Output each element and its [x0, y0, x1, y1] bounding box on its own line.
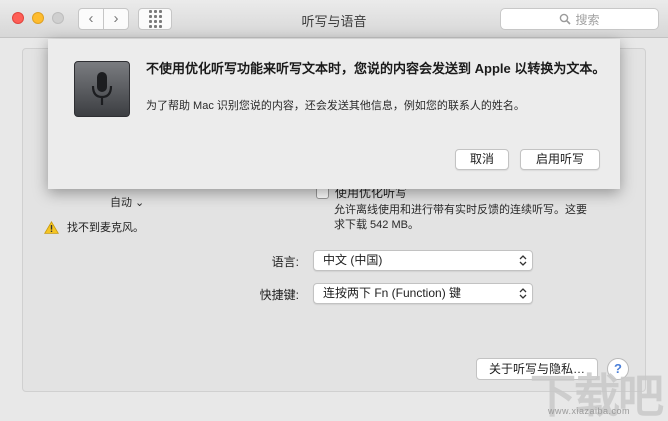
- search-field[interactable]: 搜索: [500, 8, 659, 30]
- sheet-subtitle: 为了帮助 Mac 识别您说的内容，还会发送其他信息，例如您的联系人的姓名。: [146, 100, 525, 112]
- language-value: 中文 (中国): [323, 253, 383, 267]
- search-icon: [560, 13, 572, 25]
- language-select[interactable]: 中文 (中国): [313, 250, 533, 271]
- preferences-window: ‹ › 听写与语音 搜索 自动 ⌄ 找不到麦克风。 使用优化听写 允许离线使用和…: [0, 0, 668, 421]
- updown-arrows-icon: [519, 255, 527, 266]
- search-placeholder: 搜索: [575, 12, 600, 27]
- shortcut-label: 快捷键:: [259, 288, 299, 302]
- title-bar: ‹ › 听写与语音 搜索: [0, 0, 668, 38]
- warning-text: 找不到麦克风。: [67, 222, 144, 234]
- microphone-badge: [74, 61, 130, 117]
- shortcut-value: 连按两下 Fn (Function) 键: [323, 286, 462, 300]
- updown-arrows-icon: [519, 288, 527, 299]
- watermark-url: www.xiazaiba.com: [548, 406, 631, 416]
- dictation-confirm-sheet: 不使用优化听写功能来听写文本时，您说的内容会发送到 Apple 以转换为文本。 …: [48, 39, 620, 189]
- warning-icon: [44, 220, 59, 234]
- microphone-icon: [91, 72, 113, 105]
- mic-source-popup[interactable]: 自动 ⌄: [110, 194, 144, 210]
- shortcut-select[interactable]: 连按两下 Fn (Function) 键: [313, 283, 533, 304]
- sheet-title: 不使用优化听写功能来听写文本时，您说的内容会发送到 Apple 以转换为文本。: [146, 61, 606, 76]
- mic-warning: 找不到麦克风。: [44, 219, 144, 235]
- cancel-button[interactable]: 取消: [455, 149, 509, 170]
- language-label: 语言:: [271, 255, 299, 269]
- enhanced-dictation-description: 允许离线使用和进行带有实时反馈的连续听写。这要求下载 542 MB。: [334, 204, 587, 231]
- enable-dictation-button[interactable]: 启用听写: [520, 149, 600, 170]
